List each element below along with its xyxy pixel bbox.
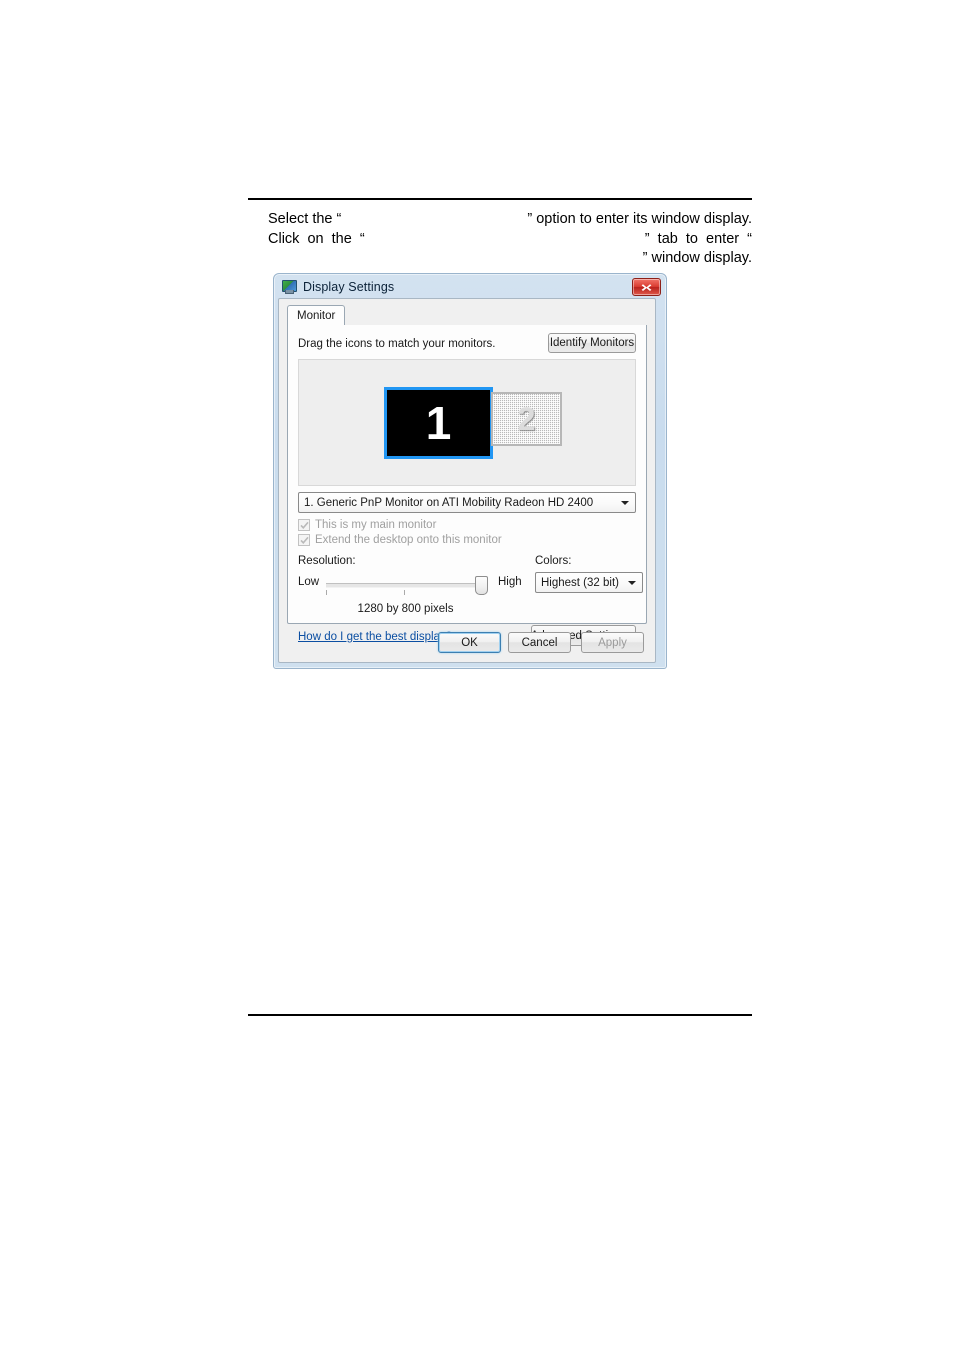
page-rule-bottom xyxy=(248,1014,752,1016)
colors-value: Highest (32 bit) xyxy=(541,576,619,589)
ok-button-label: OK xyxy=(461,636,478,649)
monitor-preview-2[interactable]: 2 xyxy=(491,392,562,446)
identify-monitors-button[interactable]: Identify Monitors xyxy=(548,333,636,353)
monitor-preview-1[interactable]: 1 xyxy=(384,387,493,459)
cancel-button-label: Cancel xyxy=(521,636,558,649)
window-title: Display Settings xyxy=(303,280,395,294)
dialog-client-area: Monitor Drag the icons to match your mon… xyxy=(278,298,656,663)
instruction-line-1-suffix: ” option to enter its window display. xyxy=(527,211,752,227)
instruction-line-1: Select the “ ” option to enter its windo… xyxy=(268,210,752,230)
extend-desktop-checkbox-row: Extend the desktop onto this monitor xyxy=(298,534,502,546)
ok-button[interactable]: OK xyxy=(438,632,501,653)
instruction-line-1-prefix: Select the “ xyxy=(268,211,342,227)
drag-hint-label: Drag the icons to match your monitors. xyxy=(298,338,496,350)
apply-button-label: Apply xyxy=(598,636,627,649)
resolution-slider-ticks xyxy=(326,590,484,596)
monitor-select-value: 1. Generic PnP Monitor on ATI Mobility R… xyxy=(304,496,594,509)
colors-label: Colors: xyxy=(535,555,572,567)
main-monitor-checkbox-row: This is my main monitor xyxy=(298,519,436,531)
tab-monitor-label: Monitor xyxy=(297,310,336,322)
monitor-icon xyxy=(281,280,297,294)
tab-page-monitor: Drag the icons to match your monitors. I… xyxy=(287,325,647,646)
instruction-line-2-suffix: ” tab to enter “ xyxy=(644,230,752,247)
monitor-select-dropdown[interactable]: 1. Generic PnP Monitor on ATI Mobility R… xyxy=(298,492,636,513)
instruction-line-2-prefix: Click on the “ xyxy=(268,230,365,247)
main-monitor-checkbox-label: This is my main monitor xyxy=(315,519,437,531)
chevron-down-icon xyxy=(628,580,636,585)
hint-row: Drag the icons to match your monitors. I… xyxy=(298,333,636,354)
identify-monitors-label: Identify Monitors xyxy=(549,337,635,349)
monitor-preview-1-number: 1 xyxy=(425,397,452,449)
main-monitor-checkbox xyxy=(298,519,310,531)
dialog-footer: OK Cancel Apply xyxy=(287,632,647,654)
cancel-button[interactable]: Cancel xyxy=(508,632,571,653)
monitor-preview-2-number: 2 xyxy=(517,401,536,437)
tab-strip: Monitor xyxy=(287,305,647,327)
tab-monitor[interactable]: Monitor xyxy=(287,305,346,327)
close-icon[interactable] xyxy=(632,278,661,296)
colors-dropdown[interactable]: Highest (32 bit) xyxy=(535,572,643,593)
resolution-high-label: High xyxy=(498,576,522,588)
instruction-line-2: Click on the “ ” tab to enter “ xyxy=(268,230,752,250)
apply-button: Apply xyxy=(581,632,644,653)
display-settings-window: Display Settings Monitor Drag the icons … xyxy=(273,273,667,669)
chevron-down-icon xyxy=(621,500,629,505)
instruction-line-3: ” window display. xyxy=(268,249,752,269)
resolution-slider-thumb[interactable] xyxy=(475,576,488,595)
extend-desktop-checkbox-label: Extend the desktop onto this monitor xyxy=(315,534,502,546)
instruction-line-3-suffix: ” window display. xyxy=(642,250,752,266)
resolution-low-label: Low xyxy=(298,576,320,588)
resolution-value-label: 1280 by 800 pixels xyxy=(357,603,454,615)
resolution-slider[interactable]: Low High xyxy=(298,573,523,597)
page-rule-top xyxy=(248,198,752,200)
title-bar[interactable]: Display Settings xyxy=(276,276,664,298)
monitor-arrangement-canvas[interactable]: 1 2 xyxy=(298,359,636,486)
resolution-label: Resolution: xyxy=(298,555,356,567)
instruction-paragraph: Select the “ ” option to enter its windo… xyxy=(268,210,752,269)
resolution-slider-track[interactable] xyxy=(326,583,484,588)
extend-desktop-checkbox xyxy=(298,534,310,546)
